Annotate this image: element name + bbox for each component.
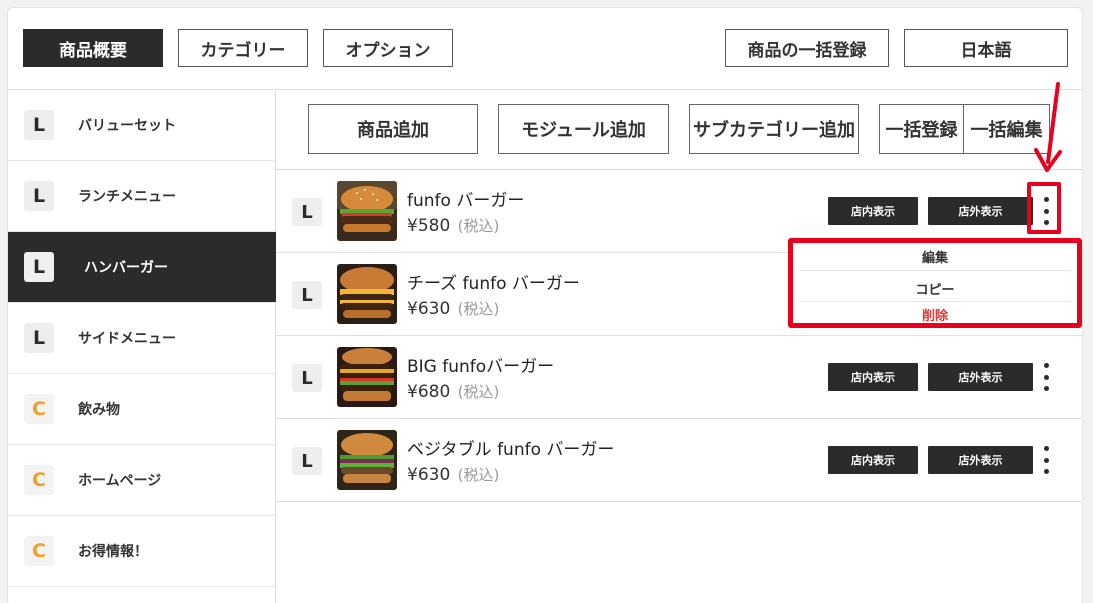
product-thumbnail [337,181,397,241]
layout-badge: L [24,252,54,282]
out-store-display-button[interactable]: 店外表示 [928,197,1033,225]
sidebar-item-label: バリューセット [78,118,176,134]
kebab-menu-icon[interactable] [1038,444,1054,476]
sidebar-item-label: ホームページ [78,473,162,489]
in-store-display-button[interactable]: 店内表示 [828,446,918,474]
tax-note: (税込) [457,383,500,401]
action-bar: 商品追加 モジュール追加 サブカテゴリー追加 一括登録 一括編集 [276,90,1082,170]
product-price: ¥580 (税込) [407,215,499,236]
add-product-button[interactable]: 商品追加 [308,104,478,154]
menu-divider [799,270,1071,271]
content-badge: C [24,465,54,495]
burger-image [337,181,397,241]
product-name: funfo バーガー [407,191,525,211]
add-subcategory-button[interactable]: サブカテゴリー追加 [689,104,859,154]
sidebar-item-side-menu[interactable]: L サイドメニュー [8,303,276,374]
sidebar-item-label: お得情報！ [78,544,148,560]
burger-image [337,430,397,490]
product-thumbnail [337,430,397,490]
product-thumbnail [337,347,397,407]
product-row[interactable]: L BIG funfoバーガー ¥680 (税込) 店内表示 店外表示 [276,336,1082,419]
kebab-menu-icon[interactable] [1038,361,1054,393]
product-price: ¥630 (税込) [407,298,499,319]
sidebar-item-deals[interactable]: C お得情報！ [8,516,276,587]
add-module-button[interactable]: モジュール追加 [498,104,669,154]
product-list-area: 商品追加 モジュール追加 サブカテゴリー追加 一括登録 一括編集 L funfo… [276,90,1082,603]
price-value: ¥580 [407,216,451,236]
sidebar-item-lunch-menu[interactable]: L ランチメニュー [8,161,276,232]
out-store-display-button[interactable]: 店外表示 [928,446,1033,474]
content-badge: C [24,394,54,424]
tab-options[interactable]: オプション [323,29,453,67]
burger-image [337,264,397,324]
annotation-arrow-icon [1034,82,1062,172]
tax-note: (税込) [457,300,500,318]
tax-note: (税込) [457,466,500,484]
sidebar-item-label: ハンバーガー [84,260,168,276]
price-value: ¥680 [407,382,451,402]
layout-badge: L [292,281,322,309]
price-value: ¥630 [407,299,451,319]
product-row[interactable]: L ベジタブル funfo バーガー ¥630 (税込) 店内表示 店外表示 [276,419,1082,502]
product-price: ¥680 (税込) [407,381,499,402]
product-name: ベジタブル funfo バーガー [407,440,615,460]
layout-badge: L [292,198,322,226]
sidebar-item-hamburger[interactable]: L ハンバーガー [8,232,276,303]
tab-product-overview[interactable]: 商品概要 [23,29,163,67]
category-sidebar: L バリューセット L ランチメニュー L ハンバーガー L サイドメニュー C… [8,90,276,603]
sidebar-item-label: 飲み物 [78,402,120,418]
layout-badge: L [292,447,322,475]
layout-badge: L [24,181,54,211]
tax-note: (税込) [457,217,500,235]
top-toolbar: 商品概要 カテゴリー オプション 商品の一括登録 日本語 [8,8,1082,90]
sidebar-item-homepage[interactable]: C ホームページ [8,445,276,516]
bulk-register-button[interactable]: 一括登録 [879,104,964,154]
tab-category[interactable]: カテゴリー [178,29,308,67]
burger-image [337,347,397,407]
layout-badge: L [24,323,54,353]
bulk-register-products-button[interactable]: 商品の一括登録 [725,29,889,67]
price-value: ¥630 [407,465,451,485]
in-store-display-button[interactable]: 店内表示 [828,197,918,225]
product-thumbnail [337,264,397,324]
sidebar-item-drinks[interactable]: C 飲み物 [8,374,276,445]
sidebar-item-value-set[interactable]: L バリューセット [8,90,276,161]
menu-item-delete[interactable]: 削除 [799,301,1071,328]
sidebar-item-label: サイドメニュー [78,331,176,347]
content-badge: C [24,536,54,566]
language-select[interactable]: 日本語 [904,29,1068,67]
menu-item-copy[interactable]: コピー [799,275,1071,302]
sidebar-item-label: ランチメニュー [78,189,176,205]
in-store-display-button[interactable]: 店内表示 [828,363,918,391]
out-store-display-button[interactable]: 店外表示 [928,363,1033,391]
product-price: ¥630 (税込) [407,464,499,485]
product-name: BIG funfoバーガー [407,357,555,377]
layout-badge: L [24,110,54,140]
kebab-highlight-box [1027,182,1061,234]
product-context-menu: 編集 コピー 削除 [788,238,1082,328]
product-name: チーズ funfo バーガー [407,274,580,294]
layout-badge: L [292,364,322,392]
menu-item-edit[interactable]: 編集 [799,243,1071,270]
